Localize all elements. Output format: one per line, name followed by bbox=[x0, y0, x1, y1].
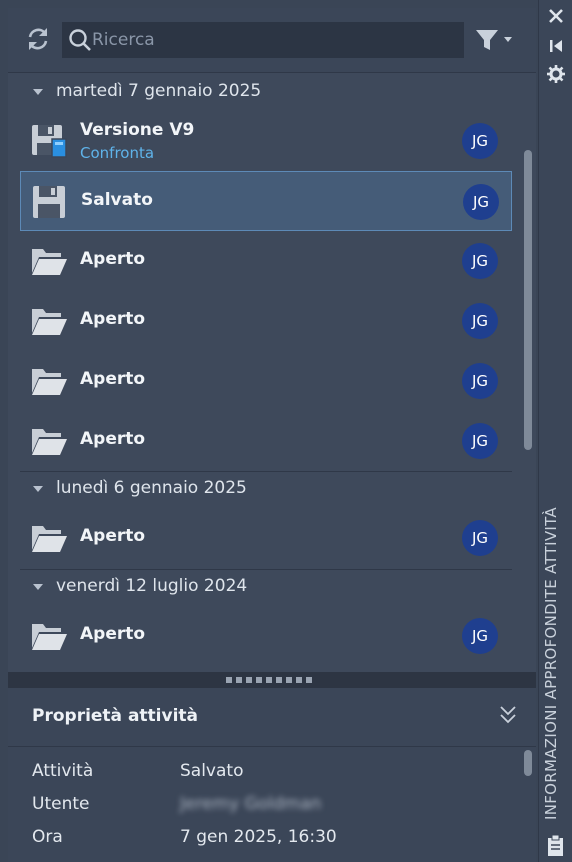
folder-open-icon bbox=[32, 309, 67, 335]
folder-open-icon bbox=[32, 624, 67, 650]
avatar: JG bbox=[462, 618, 498, 654]
search-input[interactable] bbox=[92, 22, 452, 58]
date-group-label: lunedì 6 gennaio 2025 bbox=[56, 478, 247, 498]
properties-panel: Proprietà attività Attività Salvato Uten… bbox=[8, 688, 536, 862]
date-group-header[interactable]: lunedì 6 gennaio 2025 bbox=[8, 472, 512, 508]
property-label: Ora bbox=[32, 827, 63, 847]
property-label: Utente bbox=[32, 794, 90, 814]
avatar: JG bbox=[463, 184, 499, 220]
date-group-label: venerdì 12 luglio 2024 bbox=[56, 576, 248, 596]
panel-splitter[interactable] bbox=[8, 672, 536, 688]
list-item[interactable]: Aperto JG bbox=[20, 351, 510, 409]
item-title: Aperto bbox=[80, 429, 146, 449]
avatar: JG bbox=[462, 520, 498, 556]
folder-open-icon bbox=[32, 526, 67, 552]
close-icon[interactable] bbox=[546, 6, 566, 26]
avatar: JG bbox=[462, 363, 498, 399]
side-rail: INFORMAZIONI APPROFONDITE ATTIVITÀ bbox=[538, 0, 572, 862]
item-title: Aperto bbox=[80, 309, 146, 329]
list-item[interactable]: Aperto JG bbox=[20, 606, 510, 664]
item-title: Aperto bbox=[80, 249, 146, 269]
item-title: Aperto bbox=[80, 624, 146, 644]
list-item[interactable]: Versione V9 Confronta JG bbox=[20, 111, 510, 169]
property-label: Attività bbox=[32, 761, 94, 781]
version-save-icon bbox=[32, 125, 67, 158]
double-chevron-down-icon[interactable] bbox=[498, 704, 518, 726]
splitter-grip-icon[interactable] bbox=[226, 677, 312, 683]
properties-title: Proprietà attività bbox=[32, 706, 199, 726]
activity-panel: martedì 7 gennaio 2025 Versione V9 Confr… bbox=[8, 8, 536, 862]
date-group-label: martedì 7 gennaio 2025 bbox=[56, 81, 262, 101]
collapse-triangle-icon[interactable] bbox=[33, 486, 43, 492]
list-item-selected[interactable]: Salvato JG bbox=[20, 171, 512, 231]
avatar: JG bbox=[462, 243, 498, 279]
properties-divider bbox=[8, 746, 536, 747]
save-icon bbox=[33, 186, 65, 218]
date-group-header[interactable]: martedì 7 gennaio 2025 bbox=[8, 75, 512, 111]
avatar: JG bbox=[462, 423, 498, 459]
properties-scrollbar-thumb[interactable] bbox=[524, 750, 532, 776]
property-value: Salvato bbox=[180, 761, 244, 781]
collapse-triangle-icon[interactable] bbox=[33, 89, 43, 95]
list-item[interactable]: Aperto JG bbox=[20, 508, 510, 566]
side-rail-label[interactable]: INFORMAZIONI APPROFONDITE ATTIVITÀ bbox=[542, 480, 572, 820]
avatar: JG bbox=[462, 303, 498, 339]
folder-open-icon bbox=[32, 429, 67, 455]
refresh-icon[interactable] bbox=[24, 25, 52, 53]
list-scrollbar-thumb[interactable] bbox=[524, 150, 532, 450]
search-icon bbox=[69, 29, 91, 51]
list-item[interactable]: Aperto JG bbox=[20, 411, 510, 469]
skip-back-icon[interactable] bbox=[546, 36, 566, 56]
item-title: Aperto bbox=[80, 369, 146, 389]
clipboard-icon[interactable] bbox=[546, 834, 566, 858]
list-item[interactable]: Aperto JG bbox=[20, 231, 510, 289]
item-title: Salvato bbox=[81, 190, 153, 210]
folder-open-icon bbox=[32, 369, 67, 395]
activity-list: martedì 7 gennaio 2025 Versione V9 Confr… bbox=[8, 72, 536, 673]
list-item[interactable]: Aperto JG bbox=[20, 291, 510, 349]
item-title: Aperto bbox=[80, 526, 146, 546]
collapse-triangle-icon[interactable] bbox=[33, 584, 43, 590]
property-value: 7 gen 2025, 16:30 bbox=[180, 827, 337, 847]
property-value-user: Jeremy Goldman bbox=[180, 794, 322, 814]
toolbar bbox=[8, 8, 536, 70]
search-box[interactable] bbox=[62, 22, 464, 58]
compare-link[interactable]: Confronta bbox=[80, 144, 154, 162]
folder-open-icon bbox=[32, 249, 67, 275]
settings-icon[interactable] bbox=[546, 64, 566, 84]
filter-icon[interactable] bbox=[474, 28, 518, 52]
date-group-header[interactable]: venerdì 12 luglio 2024 bbox=[8, 570, 512, 606]
avatar: JG bbox=[462, 123, 498, 159]
item-title: Versione V9 bbox=[80, 120, 195, 140]
